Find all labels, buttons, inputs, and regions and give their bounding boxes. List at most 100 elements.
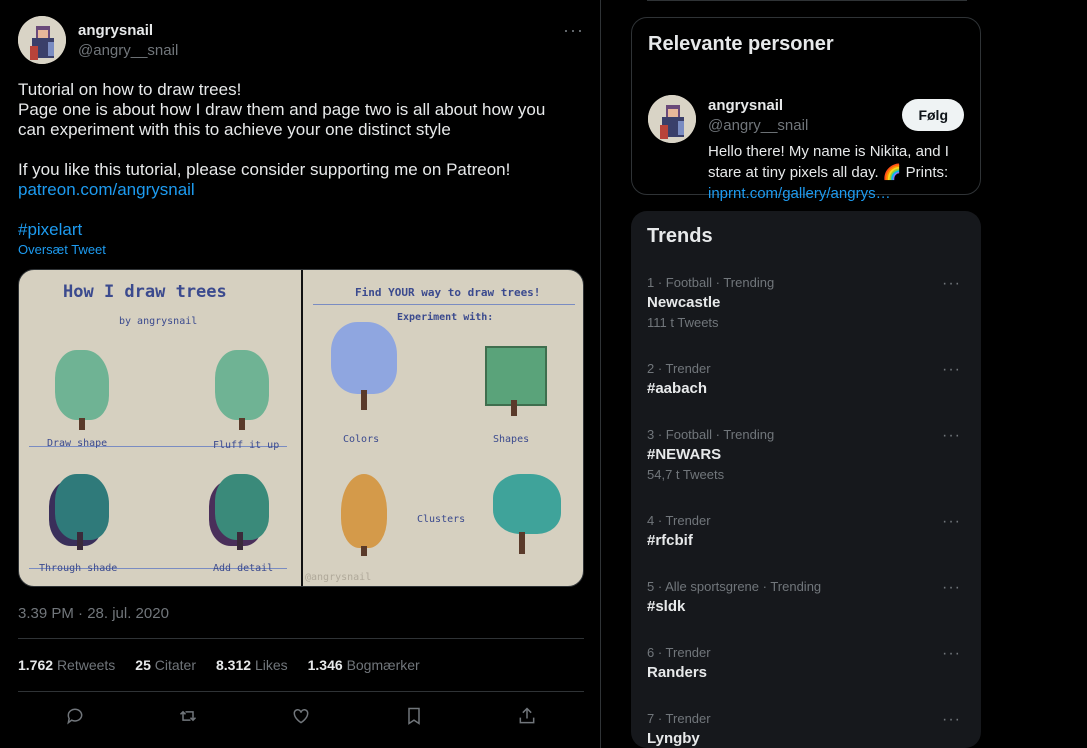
trend-meta: 1 · Football · Trending xyxy=(647,275,775,290)
tree-illustration xyxy=(485,346,547,406)
watermark: @angrysnail xyxy=(305,572,372,583)
reply-icon[interactable] xyxy=(65,706,85,731)
step-label: Add detail xyxy=(213,563,274,574)
quotes-stat[interactable]: 25 Citater xyxy=(135,657,196,673)
quotes-count: 25 xyxy=(135,657,151,673)
page-divider xyxy=(301,270,303,586)
tweet-actions xyxy=(18,692,584,744)
trend-count: 111 t Tweets xyxy=(647,315,719,330)
more-options-icon[interactable]: ··· xyxy=(942,711,961,729)
more-options-icon[interactable]: ··· xyxy=(942,361,961,379)
trend-name: #rfcbif xyxy=(647,532,693,549)
tweet: angrysnail @angry__snail ··· Tutorial on… xyxy=(18,16,584,744)
share-icon[interactable] xyxy=(517,706,537,731)
trend-item[interactable]: 7 · Trender Lyngby ··· xyxy=(647,711,965,747)
avatar[interactable] xyxy=(648,95,696,143)
trend-item[interactable]: 2 · Trender #aabach ··· xyxy=(647,361,965,397)
tweet-line: can experiment with this to achieve your… xyxy=(18,120,451,139)
trend-item[interactable]: 6 · Trender Randers ··· xyxy=(647,645,965,681)
trend-item[interactable]: 4 · Trender #rfcbif ··· xyxy=(647,513,965,549)
likes-count: 8.312 xyxy=(216,657,252,673)
bookmarks-count: 1.346 xyxy=(307,657,343,673)
tweet-text: Tutorial on how to draw trees! Page one … xyxy=(18,80,584,240)
more-options-icon[interactable]: ··· xyxy=(942,275,961,293)
tree-illustration xyxy=(215,350,269,420)
tweet-line: Tutorial on how to draw trees! xyxy=(18,80,242,99)
more-options-icon[interactable]: ··· xyxy=(942,579,961,597)
tweet-line: If you like this tutorial, please consid… xyxy=(18,160,511,179)
tree-illustration xyxy=(341,474,387,548)
tree-illustration xyxy=(331,322,397,394)
translate-link[interactable]: Oversæt Tweet xyxy=(18,242,584,257)
more-options-icon[interactable]: ··· xyxy=(942,427,961,445)
step-label: Through shade xyxy=(39,563,118,574)
bookmarks-label: Bogmærker xyxy=(346,657,420,673)
patreon-link[interactable]: patreon.com/angrysnail xyxy=(18,180,584,200)
retweet-icon[interactable] xyxy=(178,706,198,731)
right-page-title: Find YOUR way to draw trees! xyxy=(355,286,541,299)
retweets-stat[interactable]: 1.762 Retweets xyxy=(18,657,115,673)
retweets-label: Retweets xyxy=(56,657,116,673)
tweet-stats: 1.762 Retweets 25 Citater 8.312 Likes 1.… xyxy=(18,638,584,692)
trend-item[interactable]: 1 · Football · Trending Newcastle 111 t … xyxy=(647,275,965,330)
trend-name: #sldk xyxy=(647,598,686,615)
author-name[interactable]: angrysnail xyxy=(78,22,153,39)
left-page-title: How I draw trees xyxy=(63,282,227,302)
likes-label: Likes xyxy=(254,657,288,673)
trend-meta: 7 · Trender xyxy=(647,711,711,726)
follow-button[interactable]: Følg xyxy=(902,99,964,131)
more-options-icon[interactable]: ··· xyxy=(942,513,961,531)
person-handle[interactable]: @angry__snail xyxy=(708,117,808,134)
retweets-count: 1.762 xyxy=(18,657,54,673)
likes-stat[interactable]: 8.312 Likes xyxy=(216,657,288,673)
main-column: angrysnail @angry__snail ··· Tutorial on… xyxy=(0,0,601,748)
relevant-people-card: Relevante personer angrysnail @angry__sn… xyxy=(631,17,981,202)
trends-title: Trends xyxy=(647,225,713,247)
right-page-subtitle: Experiment with: xyxy=(397,312,494,323)
more-options-icon[interactable]: ··· xyxy=(942,645,961,663)
trend-name: #NEWARS xyxy=(647,446,722,463)
tweet-line: Page one is about how I draw them and pa… xyxy=(18,100,546,119)
trend-name: Newcastle xyxy=(647,294,721,311)
trend-name: Randers xyxy=(647,664,708,681)
more-options-icon[interactable]: ··· xyxy=(563,20,584,41)
trend-meta: 5 · Alle sportsgrene · Trending xyxy=(647,579,822,594)
tree-illustration xyxy=(55,350,109,420)
author-handle[interactable]: @angry__snail xyxy=(78,42,178,59)
tree-illustration xyxy=(55,474,109,540)
step-label: Fluff it up xyxy=(213,440,280,451)
trend-item[interactable]: 3 · Football · Trending #NEWARS 54,7 t T… xyxy=(647,427,965,482)
search-bar-edge xyxy=(647,0,967,1)
step-label: Draw shape xyxy=(47,438,108,449)
like-icon[interactable] xyxy=(291,706,311,731)
tweet-timestamp[interactable]: 3.39 PM · 28. jul. 2020 xyxy=(18,605,584,622)
left-page-byline: by angrysnail xyxy=(119,316,198,327)
bio-text: Hello there! My name is Nikita, and I st… xyxy=(708,143,949,181)
person-name[interactable]: angrysnail xyxy=(708,97,783,114)
person-bio: Hello there! My name is Nikita, and I st… xyxy=(708,141,970,204)
tree-illustration xyxy=(493,474,561,534)
relevant-people-title: Relevante personer xyxy=(648,33,834,55)
tweet-line xyxy=(18,140,584,160)
trend-count: 54,7 t Tweets xyxy=(647,467,725,482)
trend-meta: 2 · Trender xyxy=(647,361,711,376)
hashtag-link[interactable]: #pixelart xyxy=(18,220,584,240)
trend-name: #aabach xyxy=(647,380,708,397)
tree-illustration xyxy=(215,474,269,540)
trend-meta: 6 · Trender xyxy=(647,645,711,660)
experiment-label: Shapes xyxy=(493,434,530,445)
tweet-media-image[interactable]: How I draw trees by angrysnail Draw shap… xyxy=(18,269,584,587)
trend-item[interactable]: 5 · Alle sportsgrene · Trending #sldk ··… xyxy=(647,579,965,615)
trend-meta: 3 · Football · Trending xyxy=(647,427,775,442)
trend-meta: 4 · Trender xyxy=(647,513,711,528)
trend-name: Lyngby xyxy=(647,730,700,747)
tweet-header: angrysnail @angry__snail ··· xyxy=(18,16,584,64)
avatar[interactable] xyxy=(18,16,66,64)
experiment-label: Colors xyxy=(343,434,380,445)
quotes-label: Citater xyxy=(154,657,196,673)
trends-card: Trends 1 · Football · Trending Newcastle… xyxy=(631,211,981,748)
bookmark-icon[interactable] xyxy=(404,706,424,731)
bookmarks-stat[interactable]: 1.346 Bogmærker xyxy=(308,657,420,673)
experiment-label: Clusters xyxy=(417,514,466,525)
bio-link[interactable]: inprnt.com/gallery/angrys… xyxy=(708,185,891,202)
